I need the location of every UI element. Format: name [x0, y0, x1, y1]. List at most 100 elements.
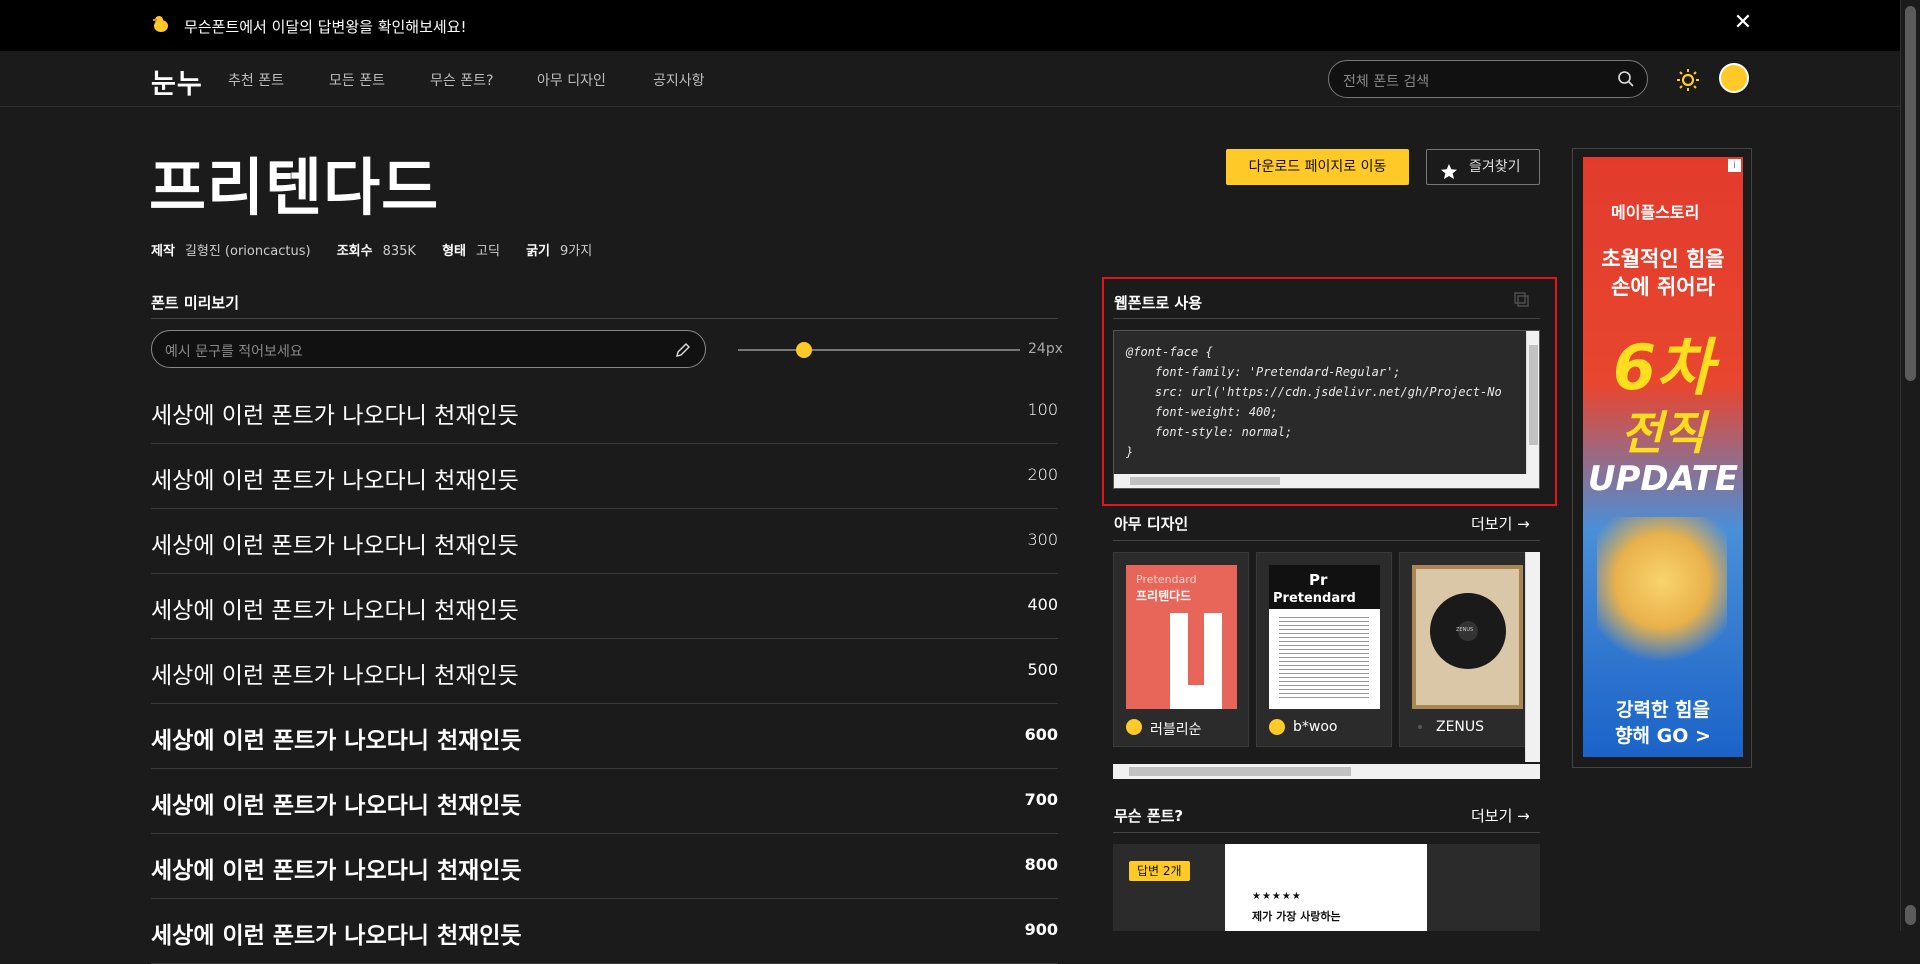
preview-weight-label: 900 [1024, 920, 1058, 939]
preview-divider [151, 318, 1058, 319]
designer-avatar [1418, 725, 1422, 729]
webfont-divider [1113, 318, 1540, 319]
maker-value[interactable]: 길형진 (orioncactus) [185, 244, 311, 259]
designer-name[interactable]: 러블리순 [1150, 719, 1202, 739]
download-page-button[interactable]: 다운로드 페이지로 이동 [1226, 149, 1409, 185]
page-scrollbar[interactable] [1900, 0, 1920, 931]
ad-banner-image[interactable]: i 메이플스토리 초월적인 힘을 손에 쥐어라 6차 전직 UPDATE 강력한 … [1583, 157, 1743, 757]
preview-row: 세상에 이런 폰트가 나오다니 천재인듯 600 [151, 705, 1058, 769]
preview-row: 세상에 이런 폰트가 나오다니 천재인듯 200 [151, 445, 1058, 509]
design-card[interactable]: ZENUS ZENUS [1399, 552, 1535, 747]
copy-icon[interactable] [1514, 292, 1530, 308]
page-scrollbar-end[interactable] [1905, 905, 1916, 925]
designer-name[interactable]: ZENUS [1436, 719, 1484, 735]
preview-sample-text: 세상에 이런 폰트가 나오다니 천재인듯 [151, 923, 522, 949]
theme-toggle-sun-icon[interactable] [1676, 68, 1700, 92]
design-horizontal-scrollbar[interactable] [1113, 764, 1540, 779]
preview-weight-label: 600 [1024, 725, 1058, 744]
design-heading: 아무 디자인 [1114, 515, 1189, 533]
search-icon[interactable] [1617, 70, 1635, 88]
preview-weight-label: 400 [1027, 595, 1058, 614]
preview-text-input[interactable]: 예시 문구를 적어보세요 [151, 330, 706, 368]
webfont-code-block[interactable]: @font-face { font-family: 'Pretendard-Re… [1113, 330, 1540, 489]
webfont-heading: 웹폰트로 사용 [1114, 294, 1203, 312]
webfont-code: @font-face { font-family: 'Pretendard-Re… [1126, 345, 1502, 459]
weight-value: 9가지 [559, 244, 593, 259]
preview-row: 세상에 이런 폰트가 나오다니 천재인듯 500 [151, 640, 1058, 704]
ad-cta-line1: 강력한 힘을 [1615, 699, 1710, 721]
preview-row: 세상에 이런 폰트가 나오다니 천재인듯 100 [151, 380, 1058, 444]
search-placeholder: 전체 폰트 검색 [1343, 74, 1430, 90]
design-hscroll-thumb[interactable] [1129, 767, 1351, 776]
whatfont-more-link[interactable]: 더보기 → [1471, 805, 1530, 826]
ad-big-text-3: UPDATE [1587, 459, 1739, 499]
code-horizontal-scrollbar[interactable] [1114, 474, 1539, 488]
star-icon [1440, 159, 1458, 193]
nav-link-notice[interactable]: 공지사항 [653, 70, 705, 90]
nav-link-any-design[interactable]: 아무 디자인 [537, 70, 606, 90]
design-more-link[interactable]: 더보기 → [1471, 513, 1530, 534]
designer-name[interactable]: b*woo [1293, 719, 1337, 735]
preview-sample-text: 세상에 이런 폰트가 나오다니 천재인듯 [151, 663, 519, 689]
designer-avatar [1269, 719, 1285, 735]
top-banner: 무슨폰트에서 이달의 답변왕을 확인해보세요! ✕ [0, 0, 1900, 51]
banner-text[interactable]: 무슨폰트에서 이달의 답변왕을 확인해보세요! [184, 16, 467, 37]
side-ad[interactable]: i 메이플스토리 초월적인 힘을 손에 쥐어라 6차 전직 UPDATE 강력한 … [1572, 148, 1752, 768]
preview-row: 세상에 이런 폰트가 나오다니 천재인듯 700 [151, 770, 1058, 834]
design-card-image: Pr Pretendard [1269, 565, 1380, 709]
preview-row: 세상에 이런 폰트가 나오다니 천재인듯 900 [151, 900, 1058, 964]
whatfont-card[interactable]: 답변 2개 ★★★★★ 제가 가장 사랑하는 [1113, 844, 1540, 931]
design-cards-carousel: Pretendard 프리텐다드 러블리순 Pr Pretendard b*wo… [1113, 552, 1540, 780]
ad-brand: 메이플스토리 [1611, 203, 1700, 222]
site-logo[interactable]: 눈누 [151, 62, 203, 101]
font-size-slider-handle[interactable] [796, 342, 812, 358]
pencil-icon [676, 343, 690, 357]
design-card[interactable]: Pretendard 프리텐다드 러블리순 [1113, 552, 1249, 747]
ad-cta-line2: 향해 GO > [1615, 725, 1711, 747]
preview-sample-text: 세상에 이런 폰트가 나오다니 천재인듯 [151, 533, 519, 559]
nav-link-all-fonts[interactable]: 모든 폰트 [329, 70, 385, 90]
design-card-image: ZENUS [1412, 565, 1523, 709]
whatfont-card-image: ★★★★★ 제가 가장 사랑하는 [1225, 844, 1427, 931]
banner-close-icon[interactable]: ✕ [1733, 12, 1753, 34]
card-image-numeral-cut [1188, 613, 1204, 685]
code-vertical-scrollbar[interactable] [1526, 331, 1539, 474]
whatfont-divider [1113, 832, 1540, 833]
nav-link-what-font[interactable]: 무슨 폰트? [430, 70, 493, 90]
preview-weight-label: 200 [1027, 465, 1058, 484]
font-size-slider-track[interactable] [738, 349, 1020, 351]
preview-sample-text: 세상에 이런 폰트가 나오다니 천재인듯 [151, 793, 522, 819]
code-hscroll-thumb[interactable] [1130, 477, 1280, 485]
preview-sample-text: 세상에 이런 폰트가 나오다니 천재인듯 [151, 403, 519, 429]
card-image-sub: Pretendard [1136, 573, 1197, 586]
card-image-title: Pretendard [1273, 591, 1356, 606]
code-vscroll-thumb[interactable] [1529, 345, 1538, 445]
page-scrollbar-thumb[interactable] [1905, 6, 1916, 381]
answer-count-badge: 답변 2개 [1129, 861, 1190, 881]
views-label: 조회수 [336, 244, 373, 259]
design-vertical-scrollbar[interactable] [1525, 552, 1540, 762]
card-image-title: ZENUS [1456, 627, 1474, 633]
preview-row: 세상에 이런 폰트가 나오다니 천재인듯 400 [151, 575, 1058, 639]
card-question-text: 제가 가장 사랑하는 [1252, 910, 1341, 923]
nav-link-recommended[interactable]: 추천 폰트 [228, 70, 284, 90]
card-image-sub: Pr [1309, 571, 1328, 589]
ad-info-icon[interactable]: i [1728, 159, 1741, 172]
designer-avatar [1126, 719, 1142, 735]
font-title: 프리텐다드 [149, 151, 440, 224]
preview-weight-label: 500 [1027, 660, 1058, 679]
preview-weight-label: 300 [1027, 530, 1058, 549]
type-value: 고딕 [476, 244, 500, 259]
favorite-button[interactable]: 즐겨찾기 [1426, 149, 1540, 185]
design-card[interactable]: Pr Pretendard b*woo [1256, 552, 1392, 747]
font-meta: 제작 길형진 (orioncactus) 조회수 835K 형태 고딕 굵기 9가지 [151, 240, 614, 259]
preview-sample-text: 세상에 이런 폰트가 나오다니 천재인듯 [151, 598, 519, 624]
search-input[interactable]: 전체 폰트 검색 [1328, 60, 1648, 98]
preview-row: 세상에 이런 폰트가 나오다니 천재인듯 800 [151, 835, 1058, 899]
ad-big-text-2: 전직 [1620, 406, 1706, 460]
card-stars: ★★★★★ [1252, 891, 1302, 902]
weight-label: 굵기 [526, 244, 550, 259]
type-label: 형태 [442, 244, 466, 259]
ad-headline-line2: 손에 쥐어라 [1611, 275, 1715, 299]
user-avatar[interactable] [1719, 63, 1749, 93]
